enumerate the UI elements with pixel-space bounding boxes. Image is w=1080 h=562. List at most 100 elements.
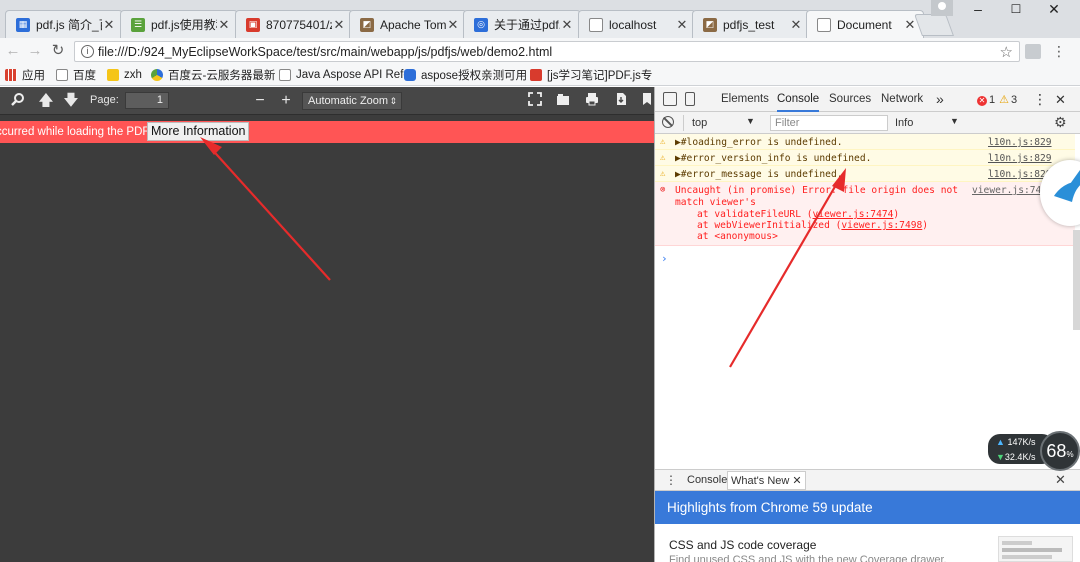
device-toolbar-icon[interactable] [685, 92, 695, 106]
bookmark-apps[interactable]: 应用 [5, 66, 45, 84]
bookmark-item[interactable]: aspose授权亲测可用 [404, 66, 527, 84]
console-message-text: ▶#error_message is undefined. [675, 169, 843, 180]
close-devtools-icon[interactable]: ✕ [1055, 87, 1066, 112]
devtools-menu-icon[interactable]: ⋮ [1033, 87, 1047, 112]
zoom-select[interactable]: Automatic Zoom ⇕ [302, 92, 402, 110]
close-tab-icon[interactable]: ✕ [675, 17, 689, 33]
filter-input[interactable]: Filter [770, 115, 888, 131]
url-text: file:///D:/924_MyEclipseWorkSpace/test/s… [98, 45, 553, 59]
error-line-1: Uncaught (in promise) Error: file origin… [675, 185, 959, 196]
gear-icon[interactable]: ⚙ [1054, 114, 1067, 131]
inspect-element-icon[interactable] [663, 92, 677, 106]
more-menu-icon[interactable]: ⋮ [1052, 43, 1066, 60]
console-error[interactable]: ⊗ Uncaught (in promise) Error: file orig… [655, 182, 1075, 246]
page-scrollbar[interactable] [1073, 230, 1080, 330]
thumbnail-row [1002, 555, 1052, 559]
console-warning[interactable]: ⚠ ▶#error_version_info is undefined. l10… [655, 150, 1075, 166]
minimize-button[interactable]: – [958, 0, 998, 18]
download-speed-value: 32.4K/s [1004, 452, 1036, 462]
bookmark-item[interactable]: [js学习笔记]PDF.js专 [530, 66, 652, 84]
bird-logo-icon[interactable] [1040, 160, 1080, 226]
tab-console[interactable]: Console [777, 87, 820, 112]
more-information-button[interactable]: More Information [147, 122, 250, 141]
memory-usage-gauge[interactable]: 68% [1040, 431, 1080, 471]
more-tabs-button[interactable]: » [936, 87, 944, 112]
bookmark-label: [js学习笔记]PDF.js专 [547, 70, 653, 82]
browser-tab[interactable]: ◩ pdfjs_test ✕ [692, 10, 810, 38]
bookmark-label: 百度 [73, 70, 96, 82]
bookmark-item[interactable]: zxh [107, 66, 142, 84]
console-warning[interactable]: ⚠ ▶#loading_error is undefined. l10n.js:… [655, 134, 1075, 150]
close-tab-icon[interactable]: ✕ [789, 17, 803, 33]
forward-arrow-icon[interactable]: → [26, 41, 44, 61]
back-arrow-icon[interactable]: ← [4, 41, 22, 61]
issue-counter[interactable]: ✕ 1 ⚠ 3 [977, 93, 1017, 106]
bookmark-item[interactable]: 百度 [56, 66, 96, 84]
drawer-tab-whats-new[interactable]: What's New ✕ [727, 471, 806, 490]
tab-title: localhost [609, 17, 657, 32]
browser-tab[interactable]: ☰ pdf.js使用教程 ✕ [120, 10, 238, 38]
extension-icon[interactable] [1025, 44, 1041, 59]
clear-console-icon[interactable] [662, 116, 674, 128]
page-label: Page: [90, 94, 119, 106]
pdf-viewer: 🡅 🡇 Page: 1 − + Automatic Zoom ⇕ ccurred… [0, 87, 654, 562]
close-tab-icon[interactable]: ✕ [102, 17, 116, 33]
previous-page-icon[interactable]: 🡅 [38, 91, 54, 111]
close-tab-icon[interactable]: ✕ [332, 17, 346, 33]
tab-sources[interactable]: Sources [829, 87, 871, 112]
source-link[interactable]: l10n.js:829 [988, 137, 1052, 148]
pdf-toolbar: 🡅 🡇 Page: 1 − + Automatic Zoom ⇕ [0, 87, 654, 115]
next-page-icon[interactable]: 🡇 [63, 91, 79, 111]
download-icon[interactable] [613, 91, 629, 111]
page-icon [279, 69, 291, 81]
tab-network[interactable]: Network [881, 87, 923, 112]
new-tab-button[interactable] [913, 14, 955, 36]
error-icon: ✕ [977, 96, 987, 106]
cloud-icon [151, 69, 163, 81]
bookmark-item[interactable]: Java Aspose API Refe [279, 66, 410, 84]
search-icon[interactable] [10, 91, 26, 111]
close-tab-icon[interactable]: ✕ [217, 17, 231, 33]
browser-tab-active[interactable]: Document ✕ [806, 10, 924, 38]
print-icon[interactable] [584, 91, 600, 111]
bookmark-star-icon[interactable]: ☆ [1000, 43, 1013, 61]
console-message-text: ▶#loading_error is undefined. [675, 137, 843, 148]
close-tab-icon[interactable]: ✕ [560, 17, 574, 33]
reload-icon[interactable]: ↻ [49, 41, 67, 61]
info-icon[interactable]: i [81, 45, 94, 58]
tab-elements[interactable]: Elements [721, 87, 769, 112]
browser-tab[interactable]: localhost ✕ [578, 10, 696, 38]
open-file-icon[interactable] [555, 91, 571, 111]
tab-title: pdfjs_test [723, 17, 775, 32]
close-tab-icon[interactable]: ✕ [446, 17, 460, 33]
console-warning[interactable]: ⚠ ▶#error_message is undefined. l10n.js:… [655, 166, 1075, 182]
stack-frame-text: at webViewerInitialized ( [697, 220, 842, 231]
drawer-tab-console[interactable]: Console [687, 474, 727, 486]
address-bar[interactable]: i file:///D:/924_MyEclipseWorkSpace/test… [74, 41, 1020, 62]
close-drawer-icon[interactable]: ✕ [1055, 472, 1066, 488]
browser-tab[interactable]: ▣ 870775401/zi ✕ [235, 10, 353, 38]
maximize-button[interactable]: ☐ [996, 0, 1036, 18]
browser-tab[interactable]: ◩ Apache Tomc ✕ [349, 10, 467, 38]
zoom-in-button[interactable]: + [278, 91, 294, 111]
chevron-down-icon: ⇕ [389, 96, 397, 106]
stack-frame-link[interactable]: viewer.js:7474 [813, 209, 894, 220]
zoom-out-button[interactable]: − [252, 91, 268, 111]
close-window-button[interactable]: ✕ [1034, 0, 1074, 18]
page-number-input[interactable]: 1 [125, 92, 169, 109]
drawer-menu-icon[interactable]: ⋮ [665, 473, 677, 487]
profile-icon[interactable] [931, 0, 953, 16]
aspose-icon [404, 69, 416, 81]
stack-frame-link[interactable]: viewer.js:7498 [841, 220, 922, 231]
stack-frame: at validateFileURL (viewer.js:7474) [697, 209, 899, 220]
tab-title: pdf.js 简介_百 [36, 18, 102, 32]
warning-icon: ⚠ [660, 153, 666, 163]
browser-tab[interactable]: ◎ 关于通过pdf.js ✕ [463, 10, 581, 38]
close-icon[interactable]: ✕ [792, 475, 801, 487]
bookmark-icon[interactable] [640, 91, 654, 111]
feature-title[interactable]: CSS and JS code coverage [669, 538, 816, 552]
browser-tab[interactable]: ▦ pdf.js 简介_百 ✕ [5, 10, 123, 38]
bookmark-item[interactable]: 百度云-云服务器最新 [151, 66, 275, 84]
console-prompt[interactable]: › [661, 252, 668, 265]
presentation-mode-icon[interactable] [527, 91, 543, 111]
